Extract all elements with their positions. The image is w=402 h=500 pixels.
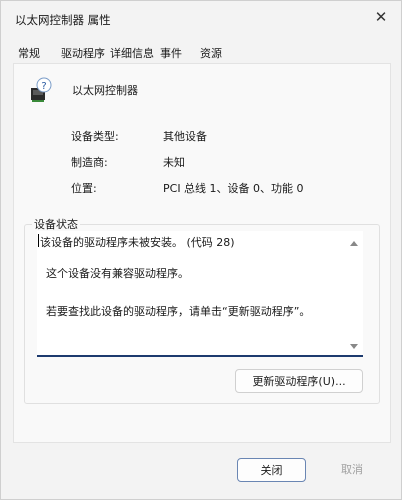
status-line: 若要查找此设备的驱动程序，请单击“更新驱动程序”。 (46, 305, 311, 318)
update-driver-button[interactable]: 更新驱动程序(U)... (235, 369, 363, 393)
manufacturer-value: 未知 (163, 156, 185, 169)
device-type-value: 其他设备 (163, 130, 207, 143)
tab-resources[interactable]: 资源 (200, 45, 222, 61)
device-name: 以太网控制器 (72, 84, 138, 97)
unknown-device-icon: ? (30, 77, 54, 103)
close-icon[interactable]: ✕ (373, 9, 389, 25)
scroll-down-arrow-icon[interactable] (350, 344, 358, 349)
text-caret (38, 234, 39, 247)
device-status-text[interactable]: 该设备的驱动程序未被安装。 (代码 28) 这个设备没有兼容驱动程序。 若要查找… (37, 231, 363, 357)
device-type-label: 设备类型: (71, 130, 119, 143)
tab-driver[interactable]: 驱动程序 (61, 45, 105, 61)
tab-details[interactable]: 详细信息 (110, 45, 154, 61)
location-value: PCI 总线 1、设备 0、功能 0 (163, 182, 304, 195)
svg-text:?: ? (41, 81, 46, 92)
title-bar: 以太网控制器 属性 ✕ (1, 1, 401, 37)
tab-bar: 常规 驱动程序 详细信息 事件 资源 (1, 41, 401, 63)
status-line: 这个设备没有兼容驱动程序。 (46, 267, 189, 280)
device-status-label: 设备状态 (32, 216, 80, 232)
close-button[interactable]: 关闭 (237, 458, 306, 482)
tab-events[interactable]: 事件 (160, 45, 182, 61)
manufacturer-label: 制造商: (71, 156, 108, 169)
window-title: 以太网控制器 属性 (15, 13, 111, 27)
scroll-up-arrow-icon[interactable] (350, 241, 358, 246)
cancel-button[interactable]: 取消 (321, 458, 383, 482)
status-line: 该设备的驱动程序未被安装。 (代码 28) (40, 236, 235, 249)
general-tab-panel: ? 以太网控制器 设备类型: 其他设备 制造商: 未知 位置: PCI 总线 1… (13, 63, 391, 443)
tab-general[interactable]: 常规 (18, 45, 40, 61)
properties-dialog: 以太网控制器 属性 ✕ 常规 驱动程序 详细信息 事件 资源 ? 以太网控制器 … (0, 0, 402, 500)
location-label: 位置: (71, 182, 97, 195)
